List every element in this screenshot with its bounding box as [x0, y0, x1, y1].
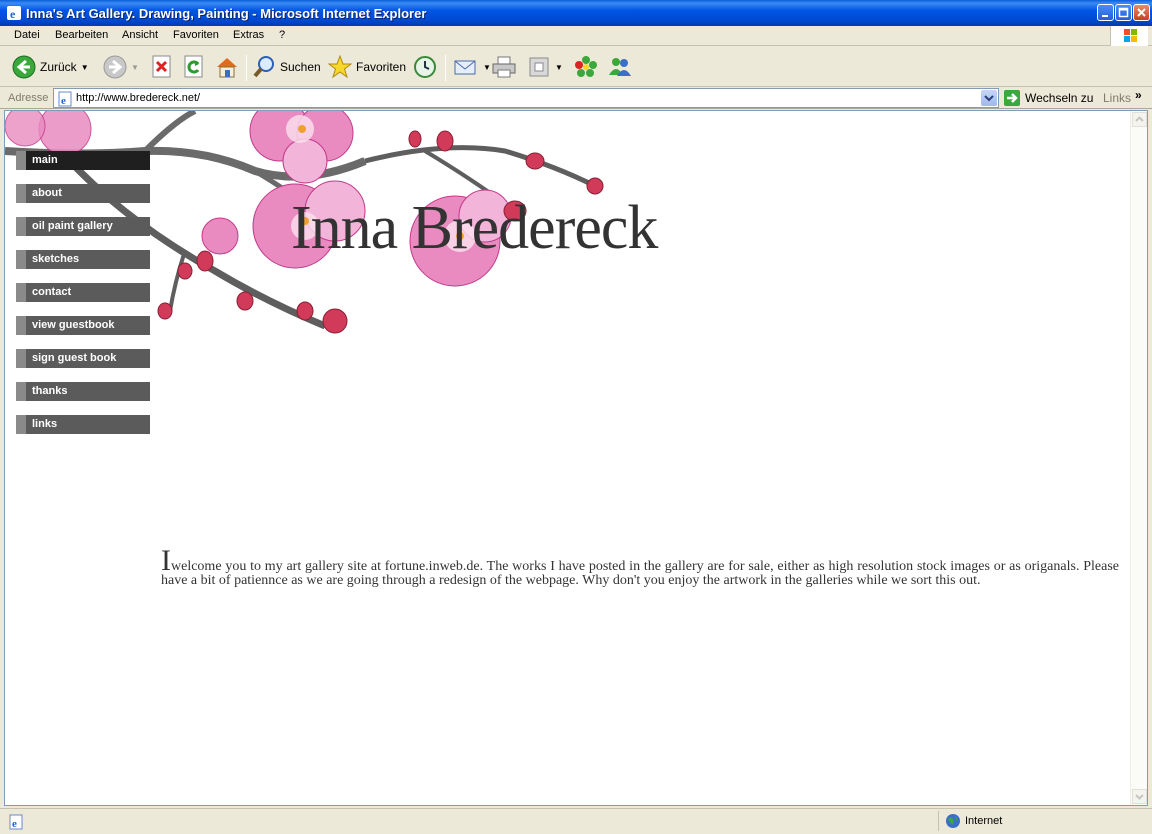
welcome-paragraph: Iwelcome you to my art gallery site at f…	[161, 546, 1119, 588]
address-url: http://www.bredereck.net/	[76, 92, 201, 104]
icq-button[interactable]	[574, 53, 600, 81]
edit-dropdown-icon[interactable]: ▼	[555, 63, 563, 72]
maximize-button[interactable]	[1115, 4, 1132, 21]
nav-sketches[interactable]: sketches	[16, 250, 150, 269]
star-icon	[328, 55, 352, 79]
site-nav: main about oil paint gallery sketches co…	[16, 151, 150, 448]
back-label: Zurück	[40, 60, 77, 74]
nav-oil-paint-gallery[interactable]: oil paint gallery	[16, 217, 150, 236]
svg-text:e: e	[61, 95, 66, 107]
back-dropdown-icon[interactable]: ▼	[81, 63, 89, 72]
window-title: Inna's Art Gallery. Drawing, Painting - …	[26, 6, 427, 21]
chevron-down-icon	[984, 95, 994, 102]
menu-bar: Datei Bearbeiten Ansicht Favoriten Extra…	[0, 26, 1152, 46]
address-input[interactable]: e http://www.bredereck.net/	[53, 88, 999, 108]
zone-label: Internet	[965, 815, 1003, 827]
scroll-up-button[interactable]	[1132, 112, 1147, 127]
chevron-right-icon[interactable]: »	[1135, 88, 1142, 102]
nav-main[interactable]: main	[16, 151, 150, 170]
address-dropdown-button[interactable]	[981, 90, 997, 106]
home-icon	[217, 58, 237, 78]
page-viewport[interactable]: main about oil paint gallery sketches co…	[4, 110, 1148, 806]
menu-extras[interactable]: Extras	[233, 29, 264, 41]
mail-button[interactable]: ▼	[453, 53, 491, 81]
back-button[interactable]: Zurück ▼	[12, 53, 89, 81]
search-icon	[253, 56, 274, 78]
mail-dropdown-icon[interactable]: ▼	[483, 63, 491, 72]
scroll-down-button[interactable]	[1132, 789, 1147, 804]
toolbar: Zurück ▼ ▼ Suchen Favoriten ▼ ▼	[0, 47, 1152, 87]
windows-logo	[1110, 26, 1148, 46]
menu-datei[interactable]: Datei	[14, 29, 40, 41]
svg-text:e: e	[12, 818, 17, 830]
home-button[interactable]	[214, 53, 240, 81]
go-arrow-icon	[1004, 90, 1020, 106]
stop-button[interactable]	[151, 53, 173, 81]
address-bar: Adresse e http://www.bredereck.net/ Wech…	[0, 87, 1152, 109]
nav-contact[interactable]: contact	[16, 283, 150, 302]
nav-view-guestbook[interactable]: view guestbook	[16, 316, 150, 335]
nav-links[interactable]: links	[16, 415, 150, 434]
go-label: Wechseln zu	[1025, 91, 1094, 105]
edit-button[interactable]: ▼	[527, 53, 563, 81]
vertical-scrollbar[interactable]	[1130, 111, 1147, 805]
menu-ansicht[interactable]: Ansicht	[122, 29, 158, 41]
edit-icon	[529, 57, 549, 77]
nav-thanks[interactable]: thanks	[16, 382, 150, 401]
menu-help[interactable]: ?	[279, 29, 285, 41]
minimize-button[interactable]	[1097, 4, 1114, 21]
favorites-button[interactable]: Favoriten	[328, 53, 406, 81]
history-button[interactable]	[413, 53, 437, 81]
welcome-text: welcome you to my art gallery site at fo…	[161, 559, 1119, 588]
menu-favoriten[interactable]: Favoriten	[173, 29, 219, 41]
globe-icon	[946, 814, 960, 828]
status-bar: e Internet	[0, 808, 1152, 834]
refresh-icon	[184, 55, 203, 78]
ie-icon: e	[7, 6, 21, 21]
back-arrow-icon	[12, 55, 36, 79]
nav-about[interactable]: about	[16, 184, 150, 203]
stop-icon	[152, 55, 171, 78]
refresh-button[interactable]	[183, 53, 205, 81]
icq-flower-icon	[575, 56, 597, 77]
page-icon: e	[58, 91, 72, 107]
title-bar[interactable]: e Inna's Art Gallery. Drawing, Painting …	[0, 0, 1152, 26]
mail-icon	[454, 60, 476, 75]
site-title: Inna Bredereck	[291, 194, 658, 262]
address-label: Adresse	[8, 92, 49, 104]
forward-arrow-icon	[103, 55, 127, 79]
links-label[interactable]: Links	[1103, 91, 1131, 105]
security-zone: Internet	[938, 811, 1128, 831]
forward-dropdown-icon[interactable]: ▼	[131, 63, 139, 72]
close-button[interactable]	[1133, 4, 1150, 21]
svg-text:e: e	[10, 7, 16, 21]
chevron-up-icon	[1135, 116, 1144, 122]
forward-button[interactable]: ▼	[103, 53, 139, 81]
nav-sign-guest-book[interactable]: sign guest book	[16, 349, 150, 368]
page-status-icon: e	[9, 814, 23, 830]
favorites-label: Favoriten	[356, 60, 407, 74]
history-icon	[414, 56, 436, 78]
search-button[interactable]: Suchen	[252, 53, 321, 81]
printer-icon	[492, 56, 516, 78]
messenger-icon	[609, 58, 631, 76]
search-label: Suchen	[280, 60, 321, 74]
chevron-down-icon	[1135, 794, 1144, 800]
messenger-button[interactable]	[607, 53, 633, 81]
menu-bearbeiten[interactable]: Bearbeiten	[55, 29, 108, 41]
print-button[interactable]	[491, 53, 517, 81]
go-button[interactable]: Wechseln zu	[1003, 89, 1093, 107]
